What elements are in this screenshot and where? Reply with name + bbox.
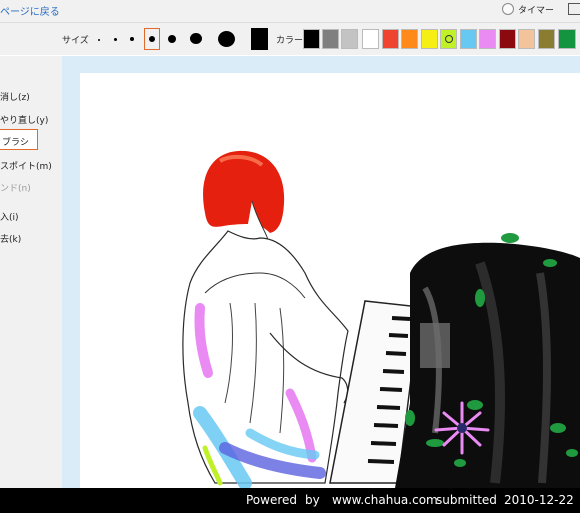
color-swatch-orange[interactable] — [401, 29, 418, 49]
insert-button[interactable]: 入(i) — [0, 210, 19, 223]
brush-size-2[interactable] — [114, 38, 117, 41]
brush-size-1[interactable] — [98, 39, 100, 41]
undo-button[interactable]: 消し(z) — [0, 90, 30, 103]
selected-color-marker-icon — [445, 35, 453, 43]
timer-toggle[interactable]: タイマー — [502, 3, 554, 16]
eyedropper-tool-button[interactable]: スポイト(m) — [0, 159, 52, 172]
color-swatch-yellow-green-selected[interactable] — [440, 29, 457, 49]
color-swatch-red[interactable] — [382, 29, 399, 49]
color-swatch-olive[interactable] — [538, 29, 555, 49]
brush-tool-button[interactable]: ブラシ — [2, 135, 29, 148]
drawing-canvas[interactable] — [80, 73, 580, 488]
footer-date: 2010-12-22 — [504, 493, 574, 507]
color-swatch-sky-blue[interactable] — [460, 29, 477, 49]
color-label: カラー — [276, 36, 304, 46]
timer-label: タイマー — [518, 6, 555, 16]
color-swatch-light-gray[interactable] — [341, 29, 358, 49]
footer-submitted: submitted — [436, 493, 497, 507]
back-to-page-link[interactable]: ページに戻る — [0, 3, 60, 18]
clear-button[interactable]: 去(k) — [0, 232, 21, 245]
brush-size-3[interactable] — [130, 37, 134, 41]
size-label: サイズ — [62, 36, 89, 46]
brush-size-7[interactable] — [218, 31, 235, 47]
footer-powered: Powered — [246, 493, 298, 507]
current-color-swatch — [251, 28, 268, 50]
brush-size-5[interactable] — [168, 35, 176, 43]
footer-site-link[interactable]: www.chahua.com — [332, 493, 438, 507]
color-swatch-black[interactable] — [303, 29, 320, 49]
blend-tool-button[interactable]: ンド(n) — [0, 181, 31, 194]
color-swatch-white[interactable] — [362, 29, 379, 49]
footer-by: by — [305, 493, 320, 507]
color-swatch-green[interactable] — [558, 29, 576, 49]
color-swatch-peach[interactable] — [518, 29, 535, 49]
color-swatch-dark-red[interactable] — [499, 29, 516, 49]
brush-size-6[interactable] — [190, 33, 202, 44]
color-swatch-gray[interactable] — [322, 29, 339, 49]
brush-size-4-dot — [149, 36, 155, 42]
timer-radio-icon[interactable] — [502, 3, 514, 15]
color-swatch-yellow[interactable] — [421, 29, 438, 49]
footer-bar: Powered by www.chahua.com submitted 2010… — [0, 488, 580, 513]
window-corner-icon[interactable] — [568, 3, 580, 15]
redo-button[interactable]: やり直し(y) — [0, 113, 48, 126]
brush-size-4-selected[interactable] — [144, 28, 160, 50]
color-swatch-pink[interactable] — [479, 29, 496, 49]
painting-artwork — [182, 150, 580, 488]
top-bar: ページに戻る タイマー — [0, 0, 580, 23]
